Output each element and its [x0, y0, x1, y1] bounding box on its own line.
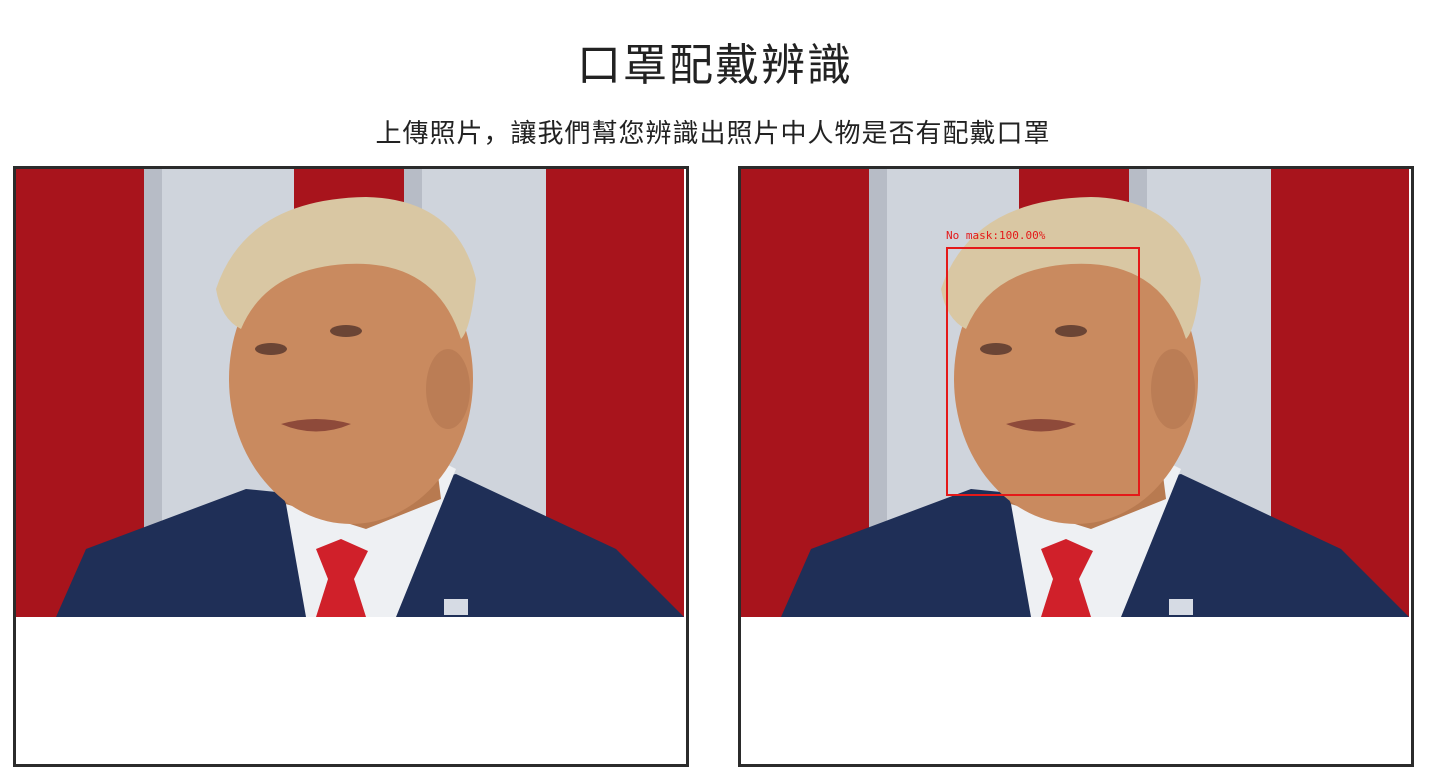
- original-image-panel[interactable]: [13, 166, 689, 767]
- page-subtitle: 上傳照片，讓我們幫您辨識出照片中人物是否有配戴口罩: [375, 119, 1051, 149]
- detection-result-photo: No mask:100.00%: [741, 169, 1409, 617]
- uploaded-photo: [16, 169, 684, 617]
- detection-label: No mask:100.00%: [946, 229, 1046, 242]
- page-title: 口罩配戴辨識: [577, 40, 853, 91]
- face-detection-box: [946, 247, 1140, 496]
- result-image-panel[interactable]: No mask:100.00%: [738, 166, 1414, 767]
- portrait-illustration: [16, 169, 684, 617]
